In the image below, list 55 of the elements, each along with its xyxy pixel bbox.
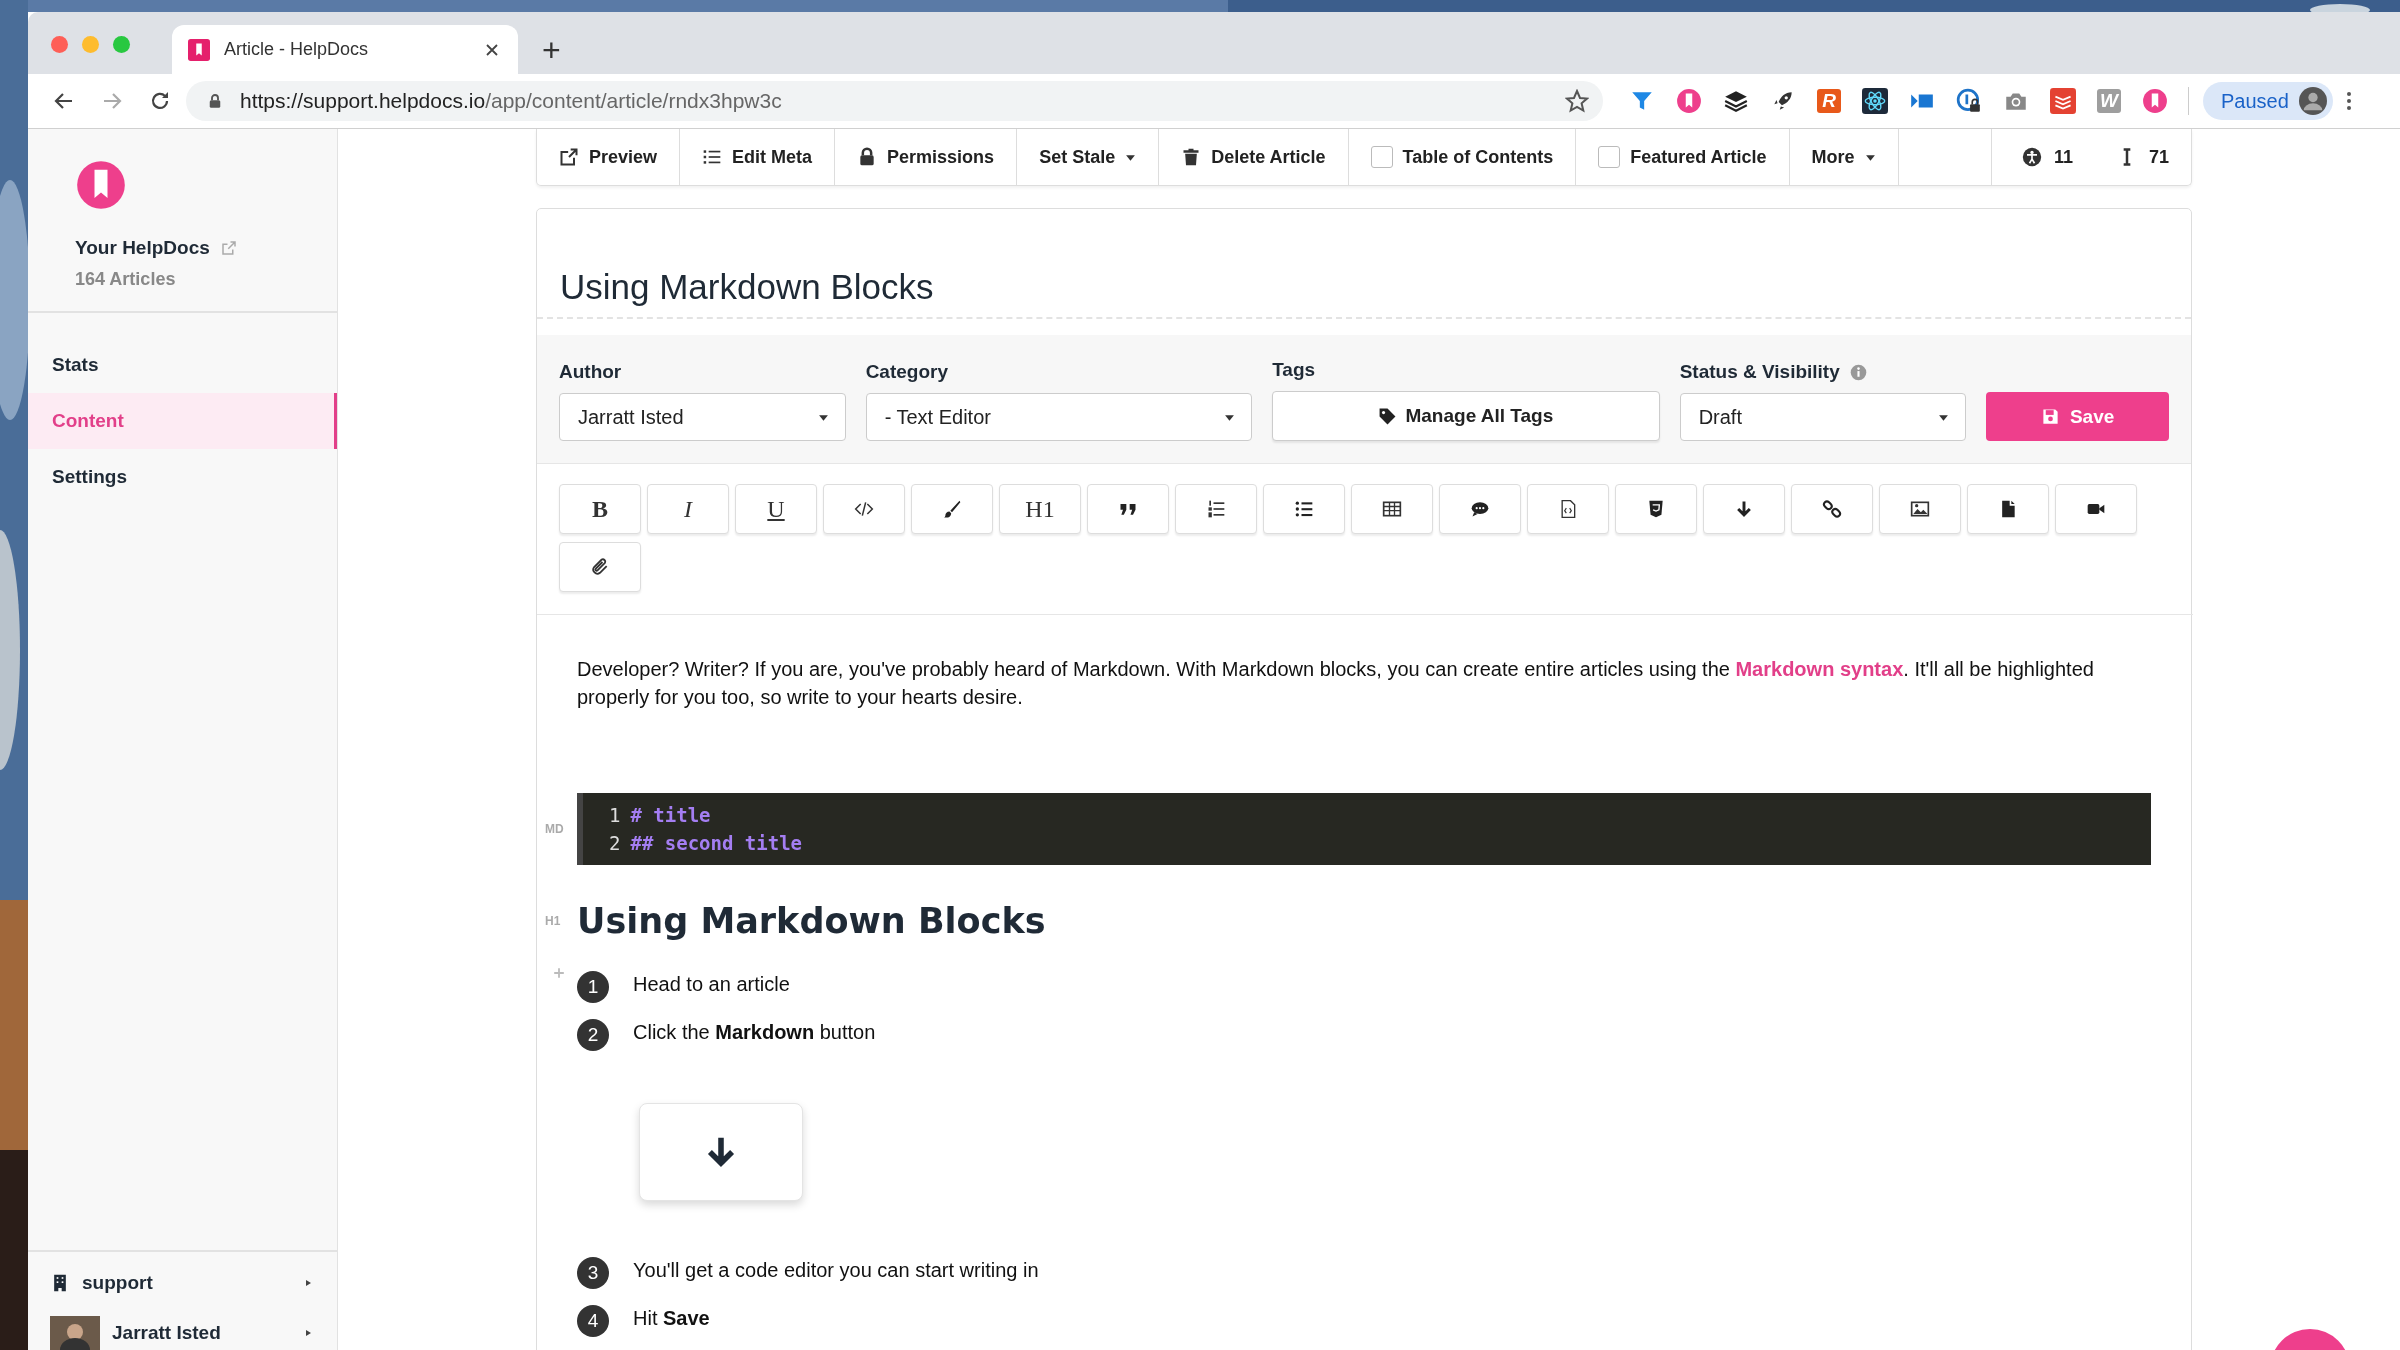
line-number: 1 <box>609 804 621 826</box>
account-name[interactable]: support <box>82 1272 291 1294</box>
user-name[interactable]: Jarratt Isted <box>112 1322 291 1344</box>
checkbox-option[interactable]: Featured Article <box>1576 129 1790 185</box>
save-button[interactable]: Save <box>1986 392 2169 441</box>
article-count: 164 Articles <box>75 269 177 290</box>
action-button[interactable]: Edit Meta <box>680 129 836 185</box>
step-text: Click the Markdown button <box>633 1021 876 1044</box>
dropdown-button[interactable]: More <box>1789 129 1899 185</box>
tab-title: Article - HelpDocs <box>224 39 370 60</box>
checkbox-option[interactable]: Table of Contents <box>1348 129 1577 185</box>
step-number: 3 <box>577 1257 609 1289</box>
format-button[interactable]: B <box>559 484 641 534</box>
block-type-label: H1 <box>545 914 561 928</box>
stat-value: 71 <box>2148 146 2169 168</box>
step-number: 2 <box>577 1019 609 1051</box>
address-bar[interactable]: https://support.helpdocs.io/app/content/article/rndx3hpw3c <box>186 81 1603 121</box>
nav-item[interactable]: Settings <box>28 449 337 505</box>
step-text: Hit Save <box>633 1307 710 1330</box>
manage-tags-button[interactable]: Manage All Tags <box>1272 391 1660 441</box>
action-button[interactable]: Delete Article <box>1159 129 1349 185</box>
field-label: Category <box>865 361 948 383</box>
nav-item[interactable]: Stats <box>28 337 337 393</box>
dropdown-button[interactable]: Set Stale <box>1017 129 1160 185</box>
intro-paragraph: Developer? Writer? If you are, you've probably heard of Markdown. With Markdown blocks, you can create entire articles using the Markdown syntax. It'll all be highlighted properly for you too, so write to your hearts desire. <box>577 657 2095 710</box>
code-line: ## second title <box>630 832 803 854</box>
stat-value: 11 <box>2053 146 2073 168</box>
step-text: You'll get a code editor you can start writing in <box>633 1259 1039 1282</box>
step-text: Head to an article <box>633 973 790 996</box>
field-label: Status & Visibility <box>1679 361 1840 383</box>
article-title[interactable]: Using Markdown Blocks <box>537 209 2191 319</box>
new-tab-button[interactable]: + <box>542 34 561 66</box>
field-label: Author <box>559 361 622 383</box>
format-button[interactable]: I <box>647 484 729 534</box>
format-button[interactable]: H1 <box>999 484 1081 534</box>
format-button[interactable]: U <box>735 484 817 534</box>
extension-icon[interactable]: R <box>1817 89 1841 113</box>
line-number: 2 <box>609 832 621 854</box>
code-line: # title <box>630 804 711 826</box>
brand-name[interactable]: Your HelpDocs <box>75 237 210 259</box>
action-button[interactable]: Permissions <box>835 129 1018 185</box>
step-number: 4 <box>577 1305 609 1337</box>
profile-button[interactable]: Paused <box>2203 82 2333 120</box>
url-text: https://support.helpdocs.io/app/content/article/rndx3hpw3c <box>240 89 783 113</box>
article-heading[interactable]: Using Markdown Blocks <box>577 901 1046 941</box>
markdown-syntax-link[interactable]: Markdown syntax <box>1735 658 1904 680</box>
select-field[interactable]: Draft <box>1679 393 1967 441</box>
field-label: Tags <box>1272 359 1316 381</box>
block-type-label: MD <box>545 822 564 836</box>
select-field[interactable]: Jarratt Isted <box>559 393 846 441</box>
action-button[interactable]: Preview <box>537 129 681 185</box>
code-editor[interactable]: 1 # title 2 ## second title <box>577 793 2151 865</box>
step-number: 1 <box>577 971 609 1003</box>
browser-tab[interactable]: Article - HelpDocs <box>172 25 518 74</box>
select-field[interactable]: - Text Editor <box>865 393 1253 441</box>
